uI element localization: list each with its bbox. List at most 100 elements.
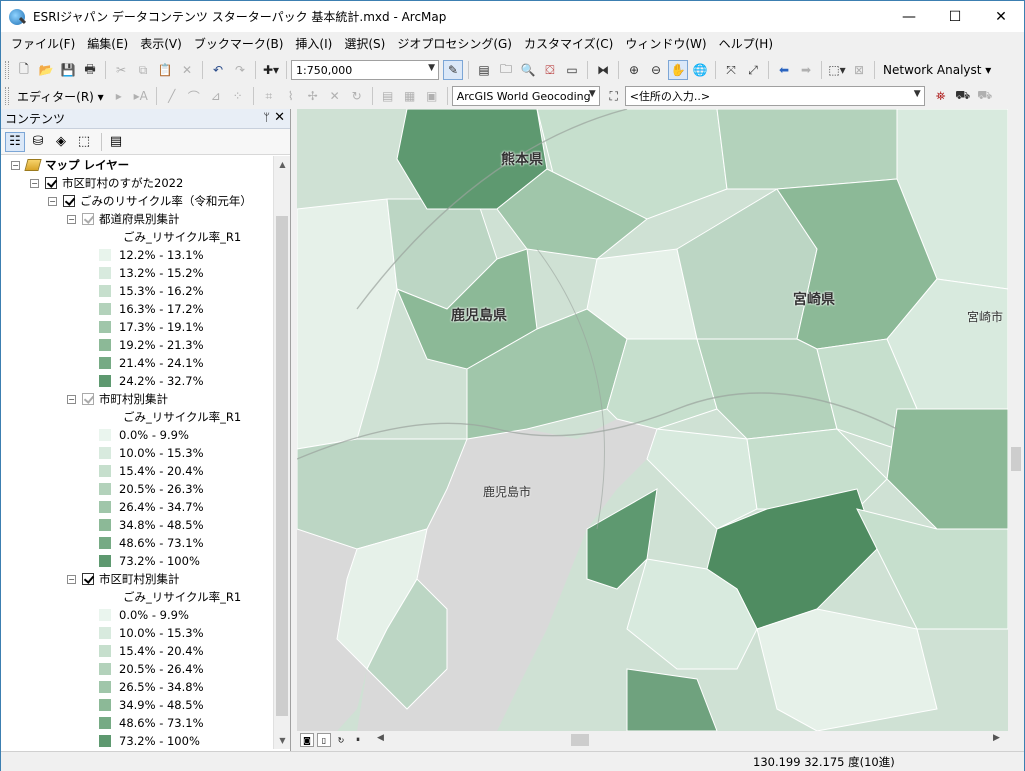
edit-tool-icon[interactable]: ▸ xyxy=(109,86,129,106)
reshape-icon[interactable]: ⌇ xyxy=(281,86,301,106)
address-inspector-icon[interactable]: ⛶ xyxy=(604,86,624,106)
menu-insert[interactable]: 挿入(I) xyxy=(289,32,338,57)
scroll-thumb[interactable] xyxy=(276,216,288,716)
menu-geoprocessing[interactable]: ジオプロセシング(G) xyxy=(391,32,518,57)
review-rematch-icon[interactable]: ⛟ xyxy=(953,86,973,106)
trace-icon[interactable]: ⊿ xyxy=(206,86,226,106)
scroll-down-icon[interactable]: ▼ xyxy=(274,732,291,749)
find-address-icon[interactable]: ⛯ xyxy=(931,86,951,106)
clear-selection-icon[interactable]: ⊠ xyxy=(849,60,869,80)
edit-annotation-icon[interactable]: ▸A xyxy=(131,86,151,106)
select-features-icon[interactable]: ⬚▾ xyxy=(827,60,847,80)
python-window-icon[interactable]: ▭ xyxy=(562,60,582,80)
menu-customize[interactable]: カスタマイズ(C) xyxy=(518,32,619,57)
fixed-zoom-in-icon[interactable]: ⤧ xyxy=(721,60,741,80)
map-scale-combo[interactable]: 1:750,000 ▼ xyxy=(291,60,439,80)
choropleth-map[interactable] xyxy=(297,109,1008,731)
map-view[interactable]: 熊本県 鹿児島県 宮崎県 鹿児島市 宮崎市 xyxy=(297,109,1008,731)
redo-icon[interactable]: ↷ xyxy=(230,60,250,80)
scroll-thumb[interactable] xyxy=(1011,447,1021,471)
edit-vertices-icon[interactable]: ⌗ xyxy=(259,86,279,106)
refresh-icon[interactable]: ↻ xyxy=(334,733,348,747)
modelbuilder-icon[interactable]: ⧓ xyxy=(593,60,613,80)
arctoolbox-icon[interactable]: ⛋ xyxy=(540,60,560,80)
layer-visibility-checkbox[interactable] xyxy=(82,393,94,405)
paste-icon[interactable]: 📋 xyxy=(155,60,175,80)
rotate-icon[interactable]: ↻ xyxy=(347,86,367,106)
pan-icon[interactable]: ✋ xyxy=(668,60,688,80)
cut-icon[interactable]: ✂ xyxy=(111,60,131,80)
print-icon[interactable]: 🖶 xyxy=(80,60,100,80)
data-view-icon[interactable]: ◙ xyxy=(300,733,314,747)
close-icon[interactable]: ✕ xyxy=(274,110,285,125)
save-icon[interactable]: 💾 xyxy=(58,60,78,80)
scroll-left-icon[interactable]: ◀ xyxy=(377,733,384,743)
scroll-thumb[interactable] xyxy=(571,734,589,746)
geocoder-combo[interactable]: ArcGIS World Geocoding ▼ xyxy=(451,86,600,106)
maximize-button[interactable]: ☐ xyxy=(932,1,978,32)
list-by-drawing-order-icon[interactable]: ☷ xyxy=(5,131,25,152)
list-by-source-icon[interactable]: ⛁ xyxy=(28,132,48,152)
collapse-icon[interactable]: − xyxy=(67,214,76,224)
editor-menu[interactable]: エディター(R) ▾ xyxy=(13,88,108,105)
forward-extent-icon[interactable]: ➡ xyxy=(796,60,816,80)
options-icon[interactable]: ▤ xyxy=(106,132,126,152)
sketch-properties-icon[interactable]: ▦ xyxy=(400,86,420,106)
zoom-in-icon[interactable]: ⊕ xyxy=(624,60,644,80)
menu-help[interactable]: ヘルプ(H) xyxy=(713,32,779,57)
layout-view-icon[interactable]: ▯ xyxy=(317,733,331,747)
table-of-contents-icon[interactable]: ▤ xyxy=(474,60,494,80)
editor-toolbar-icon[interactable]: ✎ xyxy=(443,60,463,80)
new-document-icon[interactable]: 🗋 xyxy=(14,60,34,80)
tree-row-group1[interactable]: − 市区町村のすがた2022 xyxy=(30,174,183,192)
layer-row[interactable]: − 市町村別集計 xyxy=(67,390,168,408)
tree-row-group2[interactable]: − ごみのリサイクル率（令和元年） xyxy=(48,192,252,210)
collapse-icon[interactable]: − xyxy=(67,394,76,404)
menu-windows[interactable]: ウィンドウ(W) xyxy=(619,32,712,57)
collapse-icon[interactable]: − xyxy=(11,160,20,170)
minimize-button[interactable]: — xyxy=(886,1,932,32)
back-extent-icon[interactable]: ⬅ xyxy=(774,60,794,80)
add-data-icon[interactable]: ✚▾ xyxy=(261,60,281,80)
map-vertical-scrollbar[interactable] xyxy=(1008,109,1024,731)
collapse-icon[interactable]: − xyxy=(30,178,39,188)
endpoint-arc-icon[interactable]: ⌒ xyxy=(184,86,204,106)
layer-visibility-checkbox[interactable] xyxy=(82,573,94,585)
menu-edit[interactable]: 編集(E) xyxy=(81,32,134,57)
layer-row[interactable]: − 都道府県別集計 xyxy=(67,210,180,228)
chevron-down-icon[interactable]: ▼ xyxy=(589,89,596,99)
toolbar-grip[interactable] xyxy=(5,87,9,105)
point-icon[interactable]: ⁘ xyxy=(228,86,248,106)
delete-icon[interactable]: ✕ xyxy=(177,60,197,80)
undo-icon[interactable]: ↶ xyxy=(208,60,228,80)
geocode-options-icon[interactable]: ⛟ xyxy=(975,86,995,106)
straight-segment-icon[interactable]: ╱ xyxy=(162,86,182,106)
fixed-zoom-out-icon[interactable]: ⤢ xyxy=(743,60,763,80)
attributes-icon[interactable]: ▤ xyxy=(378,86,398,106)
collapse-icon[interactable]: − xyxy=(48,196,57,206)
create-features-icon[interactable]: ▣ xyxy=(422,86,442,106)
layer-visibility-checkbox[interactable] xyxy=(82,213,94,225)
layer-row[interactable]: − 市区町村別集計 xyxy=(67,570,180,588)
tree-row-root[interactable]: − マップ レイヤー xyxy=(11,156,129,174)
menu-bookmarks[interactable]: ブックマーク(B) xyxy=(188,32,290,57)
address-input[interactable]: <住所の入力..> ▼ xyxy=(624,86,925,106)
copy-icon[interactable]: ⧉ xyxy=(133,60,153,80)
split-icon[interactable]: ✕ xyxy=(325,86,345,106)
toolbar-grip[interactable] xyxy=(5,61,9,79)
list-by-visibility-icon[interactable]: ◈ xyxy=(51,132,71,152)
menu-view[interactable]: 表示(V) xyxy=(134,32,188,57)
menu-file[interactable]: ファイル(F) xyxy=(5,32,81,57)
scroll-right-icon[interactable]: ▶ xyxy=(993,733,1000,743)
pin-icon[interactable]: ᛘ xyxy=(263,111,270,124)
full-extent-icon[interactable]: 🌐 xyxy=(690,60,710,80)
close-button[interactable]: ✕ xyxy=(978,1,1024,32)
chevron-down-icon[interactable]: ▼ xyxy=(428,63,435,73)
search-window-icon[interactable]: 🔍 xyxy=(518,60,538,80)
menu-selection[interactable]: 選択(S) xyxy=(338,32,391,57)
pause-drawing-icon[interactable]: ⏸ xyxy=(351,733,365,747)
collapse-icon[interactable]: − xyxy=(67,574,76,584)
network-analyst-menu[interactable]: Network Analyst ▾ xyxy=(879,63,995,77)
group-visibility-checkbox[interactable] xyxy=(45,177,57,189)
arcmap-app-icon[interactable] xyxy=(9,8,25,25)
